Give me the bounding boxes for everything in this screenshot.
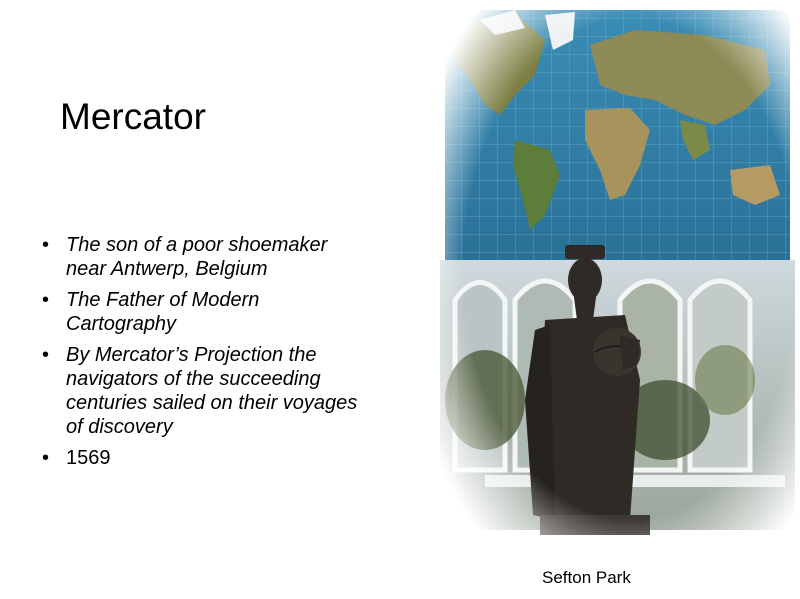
bullet-symbol: • [42,289,50,311]
bullet-symbol: • [42,234,50,256]
bullet-item: • 1569 [40,446,370,470]
bullet-item: • By Mercator’s Projection the navigator… [40,343,370,439]
bullet-symbol: • [42,344,50,366]
slide-title: Mercator [60,96,206,137]
slide: Mercator • The son of a poor shoemaker n… [0,0,800,599]
bullet-list: • The son of a poor shoemaker near Antwe… [40,233,370,477]
bullet-item: • The Father of Modern Cartography [40,288,370,336]
bullet-symbol: • [42,447,50,469]
bullet-text: The son of a poor shoemaker near Antwerp… [66,234,328,280]
bullet-text: The Father of Modern Cartography [66,289,260,335]
bullet-text: 1569 [66,447,111,469]
bullet-text: By Mercator’s Projection the navigators … [66,344,358,438]
picture-caption: Sefton Park [542,568,631,587]
bullet-item: • The son of a poor shoemaker near Antwe… [40,233,370,281]
mercator-statue-map-picture [425,0,800,560]
